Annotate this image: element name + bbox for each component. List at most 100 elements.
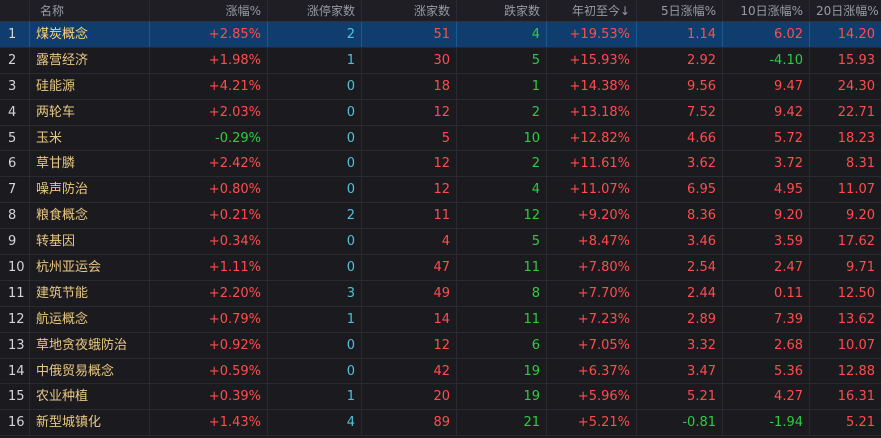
header-5d-change[interactable]: 5日涨幅% bbox=[637, 0, 723, 21]
table-row[interactable]: 13 草地贪夜蛾防治 +0.92% 0 12 6 +7.05% 3.32 2.68 10.07 bbox=[0, 332, 881, 359]
row-10d-change: 3.72 bbox=[723, 151, 810, 177]
row-up-count: 14 bbox=[362, 306, 457, 332]
row-change: -0.29% bbox=[150, 125, 268, 151]
row-down-count: 11 bbox=[457, 306, 547, 332]
table-row[interactable]: 10 杭州亚运会 +1.11% 0 47 11 +7.80% 2.54 2.47 9.71 bbox=[0, 255, 881, 281]
row-up-count: 11 bbox=[362, 203, 457, 229]
row-up-count: 12 bbox=[362, 99, 457, 125]
row-index: 6 bbox=[0, 151, 30, 177]
row-name: 草地贪夜蛾防治 bbox=[30, 332, 150, 358]
row-up-count: 4 bbox=[362, 229, 457, 255]
row-20d-change: 9.71 bbox=[846, 260, 875, 276]
table-row[interactable]: 7 噪声防治 +0.80% 0 12 4 +11.07% 6.95 4.95 11.07 bbox=[0, 177, 881, 204]
row-20d-change: 16.31 bbox=[837, 389, 875, 405]
row-ytd: +7.05% bbox=[547, 332, 637, 358]
row-ytd: +9.20% bbox=[547, 203, 637, 229]
row-10d-change: 4.95 bbox=[723, 177, 810, 203]
row-name: 新型城镇化 bbox=[30, 410, 150, 436]
table-row[interactable]: 9 转基因 +0.34% 0 4 5 +8.47% 3.46 3.59 17.62 bbox=[0, 229, 881, 256]
row-5d-change: -0.81 bbox=[637, 410, 723, 436]
header-limit-up[interactable]: 涨停家数 bbox=[268, 0, 362, 21]
row-20d-change: 15.93 bbox=[837, 52, 875, 68]
row-index: 3 bbox=[0, 73, 30, 99]
table-row[interactable]: 8 粮食概念 +0.21% 2 11 12 +9.20% 8.36 9.20 9.20 bbox=[0, 203, 881, 230]
header-name[interactable]: 名称 bbox=[30, 0, 150, 21]
row-down-count: 19 bbox=[457, 384, 547, 410]
row-20d-change: 10.07 bbox=[837, 337, 875, 353]
header-10d-change[interactable]: 10日涨幅% bbox=[723, 0, 810, 21]
row-20d-change: 12.88 bbox=[837, 363, 875, 379]
row-change: +0.79% bbox=[150, 306, 268, 332]
row-ytd: +7.23% bbox=[547, 306, 637, 332]
table-row[interactable]: 16 新型城镇化 +1.43% 4 89 21 +5.21% -0.81 -1.94 5.21 bbox=[0, 410, 881, 437]
header-ytd-sorted[interactable]: 年初至今↓ bbox=[547, 0, 637, 21]
header-20d-change[interactable]: 20日涨幅% bbox=[810, 0, 881, 21]
row-change: +0.34% bbox=[150, 229, 268, 255]
row-20d-change: 13.62 bbox=[837, 311, 875, 327]
table-row[interactable]: 4 两轮车 +2.03% 0 12 2 +13.18% 7.52 9.42 22.71 bbox=[0, 99, 881, 126]
row-limit-up: 0 bbox=[268, 255, 362, 280]
row-name: 玉米 bbox=[30, 125, 150, 151]
row-name: 两轮车 bbox=[30, 99, 150, 125]
row-ytd: +8.47% bbox=[547, 229, 637, 255]
row-ytd: +11.61% bbox=[547, 151, 637, 177]
row-change: +4.21% bbox=[150, 73, 268, 99]
row-up-count: 30 bbox=[362, 47, 457, 73]
row-limit-up: 2 bbox=[268, 203, 362, 229]
row-10d-change: 9.47 bbox=[723, 73, 810, 99]
row-10d-change: 5.36 bbox=[723, 358, 810, 384]
row-up-count: 5 bbox=[362, 125, 457, 151]
header-up-count[interactable]: 涨家数 bbox=[362, 0, 457, 21]
table-row[interactable]: 12 航运概念 +0.79% 1 14 11 +7.23% 2.89 7.39 13.62 bbox=[0, 306, 881, 333]
row-limit-up: 1 bbox=[268, 384, 362, 410]
table-row[interactable]: 14 中俄贸易概念 +0.59% 0 42 19 +6.37% 3.47 5.36 12.88 bbox=[0, 358, 881, 385]
row-up-count: 12 bbox=[362, 177, 457, 203]
row-name: 建筑节能 bbox=[30, 280, 150, 306]
table-row[interactable]: 6 草甘膦 +2.42% 0 12 2 +11.61% 3.62 3.72 8.31 bbox=[0, 151, 881, 178]
header-change[interactable]: 涨幅% bbox=[150, 0, 268, 21]
table-row[interactable]: 11 建筑节能 +2.20% 3 49 8 +7.70% 2.44 0.11 12.50 bbox=[0, 280, 881, 307]
row-limit-up: 0 bbox=[268, 177, 362, 203]
header-down-count[interactable]: 跌家数 bbox=[457, 0, 547, 21]
row-down-count: 10 bbox=[457, 125, 547, 151]
row-name: 草甘膦 bbox=[30, 151, 150, 177]
row-name: 露营经济 bbox=[30, 47, 150, 73]
row-name: 杭州亚运会 bbox=[30, 255, 150, 280]
header-index[interactable] bbox=[0, 0, 30, 21]
row-index: 4 bbox=[0, 99, 30, 125]
row-up-count: 42 bbox=[362, 358, 457, 384]
row-index: 13 bbox=[0, 332, 30, 358]
row-10d-change: 2.47 bbox=[723, 255, 810, 280]
row-20d-change: 24.30 bbox=[837, 78, 875, 94]
row-ytd: +6.37% bbox=[547, 358, 637, 384]
row-index: 9 bbox=[0, 229, 30, 255]
row-limit-up: 0 bbox=[268, 99, 362, 125]
table-row[interactable]: 5 玉米 -0.29% 0 5 10 +12.82% 4.66 5.72 18.23 bbox=[0, 125, 881, 152]
row-index: 12 bbox=[0, 306, 30, 332]
row-limit-up: 0 bbox=[268, 125, 362, 151]
row-down-count: 2 bbox=[457, 99, 547, 125]
row-10d-change: 4.27 bbox=[723, 384, 810, 410]
row-change: +0.39% bbox=[150, 384, 268, 410]
row-20d-change: 9.20 bbox=[846, 208, 875, 224]
row-change: +0.80% bbox=[150, 177, 268, 203]
row-ytd: +7.70% bbox=[547, 280, 637, 306]
row-20d-change: 5.21 bbox=[846, 415, 875, 431]
row-down-count: 8 bbox=[457, 280, 547, 306]
row-20d-change: 17.62 bbox=[837, 234, 875, 250]
row-name: 粮食概念 bbox=[30, 203, 150, 229]
table-row[interactable]: 3 硅能源 +4.21% 0 18 1 +14.38% 9.56 9.47 24.30 bbox=[0, 73, 881, 100]
table-row[interactable]: 1 煤炭概念 +2.85% 2 51 4 +19.53% 1.14 6.02 14.20 bbox=[0, 22, 881, 48]
table-row[interactable]: 2 露营经济 +1.98% 1 30 5 +15.93% 2.92 -4.10 15.93 bbox=[0, 47, 881, 74]
row-ytd: +5.96% bbox=[547, 384, 637, 410]
table-row[interactable]: 15 农业种植 +0.39% 1 20 19 +5.96% 5.21 4.27 16.31 bbox=[0, 384, 881, 411]
row-20d-change: 8.31 bbox=[846, 156, 875, 172]
row-5d-change: 9.56 bbox=[637, 73, 723, 99]
row-5d-change: 3.62 bbox=[637, 151, 723, 177]
row-5d-change: 3.47 bbox=[637, 358, 723, 384]
row-change: +2.03% bbox=[150, 99, 268, 125]
row-index: 16 bbox=[0, 410, 30, 436]
row-ytd: +14.38% bbox=[547, 73, 637, 99]
row-change: +0.21% bbox=[150, 203, 268, 229]
row-10d-change: 9.20 bbox=[723, 203, 810, 229]
